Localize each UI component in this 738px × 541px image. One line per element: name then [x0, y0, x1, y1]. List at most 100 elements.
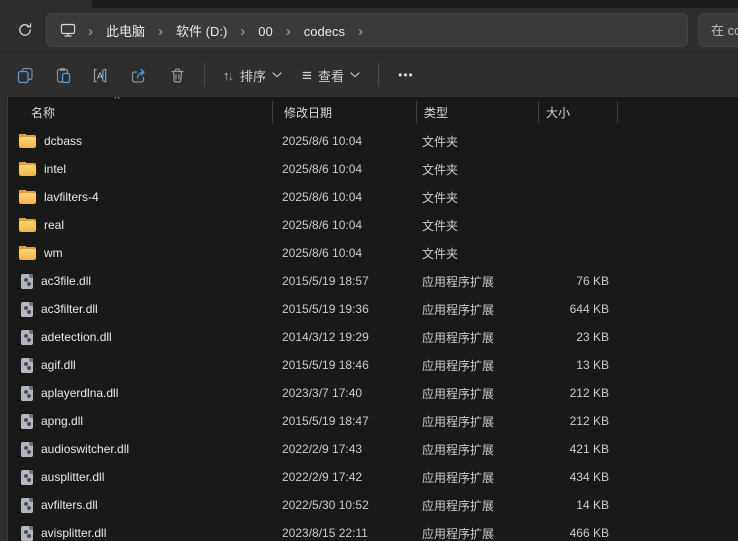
breadcrumb-item[interactable]: 软件 (D:) [172, 22, 231, 41]
column-header-date-modified[interactable]: 修改日期 [273, 101, 417, 123]
file-date-modified: 2025/8/6 10:04 [273, 246, 417, 260]
sort-ascending-indicator: ^ [114, 97, 120, 106]
file-name: apng.dll [41, 414, 83, 428]
file-size: 14 KB [539, 498, 618, 512]
file-date-modified: 2025/8/6 10:04 [273, 162, 417, 176]
breadcrumb-chevron-icon: › [286, 23, 291, 40]
dll-file-icon [21, 330, 33, 345]
file-name: avfilters.dll [41, 498, 98, 512]
file-type: 应用程序扩展 [417, 273, 539, 290]
view-button[interactable]: ≡ 查看 [292, 57, 370, 93]
file-date-modified: 2015/5/19 18:46 [273, 358, 417, 372]
sort-label: 排序 [240, 66, 266, 85]
file-type: 应用程序扩展 [417, 357, 539, 374]
file-name: ac3filter.dll [41, 302, 98, 316]
file-row[interactable]: wm 2025/8/6 10:04 文件夹 [8, 239, 738, 267]
paste-button[interactable] [44, 57, 82, 93]
file-size: 434 KB [539, 470, 618, 484]
column-header-name[interactable]: 名称 [8, 101, 273, 123]
list-header: 名称 修改日期 类型 大小 ^ [8, 97, 738, 127]
file-name: ausplitter.dll [41, 470, 104, 484]
file-rows: dcbass 2025/8/6 10:04 文件夹 intel 2025/8/6… [8, 127, 738, 541]
file-date-modified: 2023/8/15 22:11 [273, 526, 417, 540]
file-row[interactable]: avisplitter.dll 2023/8/15 22:11 应用程序扩展 4… [8, 519, 738, 541]
dll-file-icon [21, 470, 33, 485]
file-name: real [44, 218, 64, 232]
refresh-icon [17, 22, 33, 38]
toolbar-separator [204, 63, 205, 87]
sort-arrows-icon: ↑↓ [223, 68, 232, 83]
file-name: ac3file.dll [41, 274, 91, 288]
view-lines-icon: ≡ [302, 67, 312, 84]
share-icon [130, 67, 148, 84]
dll-file-icon [21, 386, 33, 401]
view-label: 查看 [318, 66, 344, 85]
folder-icon [19, 246, 36, 260]
file-size: 466 KB [539, 526, 618, 540]
file-type: 文件夹 [417, 161, 539, 178]
file-name: lavfilters-4 [44, 190, 99, 204]
file-type: 应用程序扩展 [417, 525, 539, 541]
file-row[interactable]: adetection.dll 2014/3/12 19:29 应用程序扩展 23… [8, 323, 738, 351]
refresh-button[interactable] [8, 13, 42, 47]
rename-button[interactable]: A [82, 57, 120, 93]
file-name: audioswitcher.dll [41, 442, 129, 456]
file-name: aplayerdlna.dll [41, 386, 118, 400]
file-type: 应用程序扩展 [417, 469, 539, 486]
file-date-modified: 2023/3/7 17:40 [273, 386, 417, 400]
pane-splitter[interactable] [0, 97, 8, 541]
breadcrumb-item[interactable]: 00 [254, 22, 276, 41]
file-list-pane: 名称 修改日期 类型 大小 ^ dcbass 2025/8/6 10:04 文件… [8, 97, 738, 541]
dll-file-icon [21, 302, 33, 317]
file-row[interactable]: ac3filter.dll 2015/5/19 19:36 应用程序扩展 644… [8, 295, 738, 323]
file-name: intel [44, 162, 66, 176]
breadcrumb-chevron-icon: › [158, 23, 163, 40]
file-date-modified: 2015/5/19 18:47 [273, 414, 417, 428]
file-size: 421 KB [539, 442, 618, 456]
breadcrumb-item[interactable]: 此电脑 [102, 22, 149, 41]
file-type: 文件夹 [417, 245, 539, 262]
file-row[interactable]: audioswitcher.dll 2022/2/9 17:43 应用程序扩展 … [8, 435, 738, 463]
column-header-size[interactable]: 大小 [539, 101, 618, 123]
file-row[interactable]: agif.dll 2015/5/19 18:46 应用程序扩展 13 KB [8, 351, 738, 379]
breadcrumb-item[interactable]: codecs [300, 22, 349, 41]
file-row[interactable]: lavfilters-4 2025/8/6 10:04 文件夹 [8, 183, 738, 211]
dll-file-icon [21, 414, 33, 429]
file-date-modified: 2022/2/9 17:43 [273, 442, 417, 456]
file-name: wm [44, 246, 63, 260]
chevron-down-icon [272, 72, 282, 78]
tab-strip [0, 0, 738, 8]
file-type: 应用程序扩展 [417, 301, 539, 318]
file-name: dcbass [44, 134, 82, 148]
sort-button[interactable]: ↑↓ 排序 [213, 57, 292, 93]
file-row[interactable]: ausplitter.dll 2022/2/9 17:42 应用程序扩展 434… [8, 463, 738, 491]
breadcrumb-chevron-icon[interactable]: › [358, 23, 363, 40]
file-date-modified: 2025/8/6 10:04 [273, 134, 417, 148]
file-size: 76 KB [539, 274, 618, 288]
file-row[interactable]: aplayerdlna.dll 2023/3/7 17:40 应用程序扩展 21… [8, 379, 738, 407]
delete-button[interactable] [158, 57, 196, 93]
more-options-button[interactable]: ••• [387, 57, 425, 93]
dll-file-icon [21, 358, 33, 373]
column-header-type[interactable]: 类型 [417, 101, 539, 123]
file-date-modified: 2015/5/19 19:36 [273, 302, 417, 316]
search-box [698, 13, 738, 47]
search-input[interactable] [699, 14, 738, 46]
file-row[interactable]: dcbass 2025/8/6 10:04 文件夹 [8, 127, 738, 155]
file-row[interactable]: ac3file.dll 2015/5/19 18:57 应用程序扩展 76 KB [8, 267, 738, 295]
file-row[interactable]: avfilters.dll 2022/5/30 10:52 应用程序扩展 14 … [8, 491, 738, 519]
file-date-modified: 2014/3/12 19:29 [273, 330, 417, 344]
file-size: 212 KB [539, 386, 618, 400]
address-bar[interactable]: ›此电脑›软件 (D:)›00›codecs› [46, 13, 688, 47]
chevron-down-icon [350, 72, 360, 78]
file-row[interactable]: intel 2025/8/6 10:04 文件夹 [8, 155, 738, 183]
file-name: avisplitter.dll [41, 526, 106, 540]
share-button[interactable] [120, 57, 158, 93]
file-type: 文件夹 [417, 217, 539, 234]
file-size: 23 KB [539, 330, 618, 344]
file-row[interactable]: apng.dll 2015/5/19 18:47 应用程序扩展 212 KB [8, 407, 738, 435]
file-type: 文件夹 [417, 133, 539, 150]
copy-button[interactable] [6, 57, 44, 93]
folder-icon [19, 162, 36, 176]
file-row[interactable]: real 2025/8/6 10:04 文件夹 [8, 211, 738, 239]
